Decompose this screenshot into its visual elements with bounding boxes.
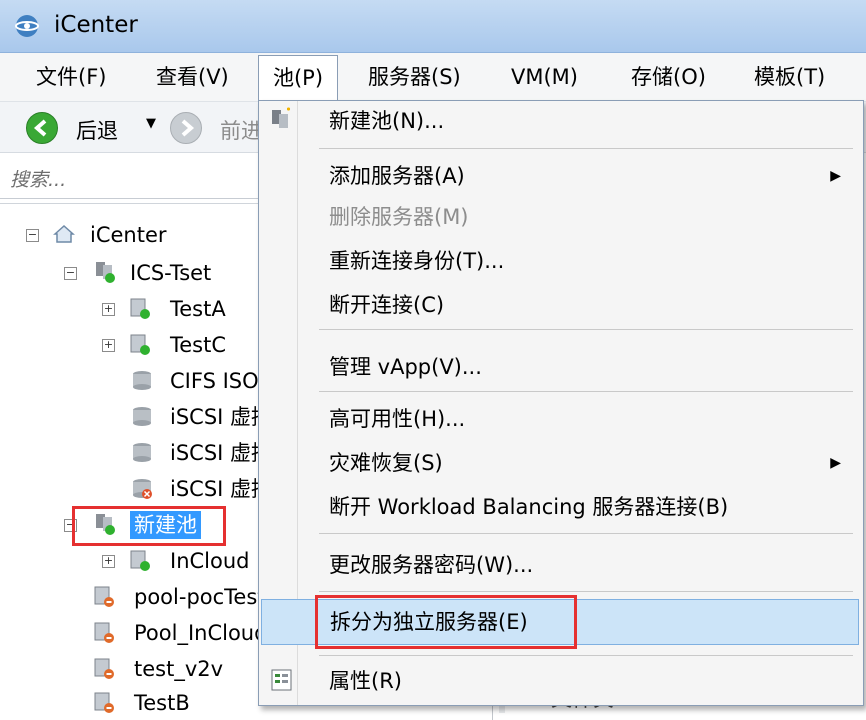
- menu-separator: [319, 148, 853, 149]
- menu-template[interactable]: 模板(T): [748, 61, 831, 93]
- search-bar: 搜索...: [0, 153, 260, 204]
- pool-icon: [96, 262, 115, 283]
- menu-server[interactable]: 服务器(S): [362, 61, 467, 93]
- tree-node-server[interactable]: TestB: [0, 686, 260, 720]
- collapse-icon[interactable]: −: [26, 229, 39, 242]
- menu-bar: 文件(F) 查看(V) 池(P) 服务器(S) VM(M) 存储(O) 模板(T…: [0, 53, 866, 102]
- server-online-icon: [130, 334, 150, 355]
- storage-icon: [133, 371, 151, 390]
- forward-button[interactable]: 前进: [220, 115, 258, 145]
- tree-node-pool[interactable]: − ICS-Tset: [0, 256, 260, 290]
- server-offline-icon: [94, 692, 114, 713]
- menu-item-remove-server: 删除服务器(M): [329, 205, 469, 229]
- tree-node-label: Pool_InCloud: [134, 621, 260, 645]
- tree-node-server[interactable]: + TestC: [0, 328, 260, 362]
- menu-item-properties[interactable]: 属性(R): [261, 661, 859, 701]
- menu-item-high-availability[interactable]: 高可用性(H)...: [261, 399, 859, 439]
- home-icon: [53, 224, 75, 243]
- tree-node-label: iSCSI 虚拟磁盘存储: [170, 477, 260, 501]
- menu-item-add-server[interactable]: 添加服务器(A) ▶: [261, 156, 859, 196]
- tree-node-label: TestC: [170, 333, 227, 357]
- search-input[interactable]: 搜索...: [10, 165, 66, 192]
- back-dropdown-icon[interactable]: ▼: [146, 116, 156, 131]
- app-logo-icon: [15, 15, 39, 37]
- menu-vm[interactable]: VM(M): [505, 61, 584, 93]
- collapse-icon[interactable]: −: [64, 267, 77, 280]
- title-bar: iCenter: [0, 0, 866, 53]
- menu-separator: [319, 655, 853, 656]
- server-online-icon: [130, 298, 150, 319]
- storage-icon: [133, 443, 151, 462]
- menu-storage[interactable]: 存储(O): [625, 61, 712, 93]
- tree-node-label: iSCSI 虚拟磁盘存储: [170, 441, 260, 465]
- tree-node-label: TestB: [134, 691, 190, 715]
- tree-node-storage[interactable]: iSCSI 虚拟磁盘存储: [0, 472, 260, 506]
- back-button[interactable]: 后退: [76, 115, 118, 145]
- tree-node-label: iSCSI 虚拟磁盘存储: [170, 405, 260, 429]
- tree-node-label: ICS-Tset: [130, 261, 212, 285]
- pool-dropdown-menu: 新建池(N)... 添加服务器(A) ▶ 删除服务器(M) 重新连接身份(T).…: [258, 100, 864, 706]
- menu-item-new-pool[interactable]: 新建池(N)...: [261, 101, 859, 141]
- tree-node-storage[interactable]: iSCSI 虚拟磁盘存储: [0, 436, 260, 470]
- menu-view[interactable]: 查看(V): [150, 61, 235, 93]
- menu-item-disconnect[interactable]: 断开连接(C): [261, 285, 859, 325]
- new-pool-icon: [272, 107, 290, 128]
- tree-node-storage[interactable]: CIFS ISO 库: [0, 364, 260, 398]
- resource-tree: − iCenter − ICS-Tset + TestA + TestC CIF…: [0, 206, 262, 720]
- tree-node-server[interactable]: Pool_InCloud: [0, 616, 260, 650]
- menu-file[interactable]: 文件(F): [30, 61, 112, 93]
- server-online-icon: [130, 550, 150, 571]
- menu-separator: [319, 533, 853, 534]
- submenu-arrow-icon: ▶: [830, 455, 841, 471]
- back-arrow-icon[interactable]: [26, 112, 58, 144]
- tree-node-label: iCenter: [90, 223, 167, 247]
- tree-node-storage[interactable]: iSCSI 虚拟磁盘存储: [0, 400, 260, 434]
- annotation-highlight-box: [72, 506, 226, 546]
- expand-icon[interactable]: +: [102, 339, 115, 352]
- menu-separator: [319, 591, 853, 592]
- tree-node-server[interactable]: + InCloud: [0, 544, 260, 578]
- storage-icon: [133, 407, 151, 426]
- tree-node-label: CIFS ISO 库: [170, 369, 260, 393]
- server-offline-icon: [94, 658, 114, 679]
- window-title: iCenter: [54, 12, 138, 38]
- menu-separator: [319, 391, 853, 392]
- search-divider: [0, 198, 260, 199]
- expand-icon[interactable]: +: [102, 555, 115, 568]
- expand-icon[interactable]: +: [102, 303, 115, 316]
- menu-item-disaster-recovery[interactable]: 灾难恢复(S) ▶: [261, 443, 859, 483]
- menu-item-reconnect-as[interactable]: 重新连接身份(T)...: [261, 241, 859, 281]
- tree-node-server[interactable]: + TestA: [0, 292, 260, 326]
- menu-separator: [319, 329, 853, 330]
- tree-node-label: InCloud: [170, 549, 250, 573]
- menu-item-disconnect-wlb[interactable]: 断开 Workload Balancing 服务器连接(B): [261, 487, 859, 527]
- tree-node-icenter[interactable]: − iCenter: [0, 218, 260, 252]
- tree-node-server[interactable]: pool-pocTest: [0, 580, 260, 614]
- server-offline-icon: [94, 586, 114, 607]
- menu-pool[interactable]: 池(P): [258, 55, 338, 102]
- forward-arrow-icon[interactable]: [170, 112, 202, 144]
- tree-node-label: test_v2v: [134, 657, 224, 681]
- tree-node-label: pool-pocTest: [134, 585, 260, 609]
- properties-icon: [271, 669, 292, 691]
- annotation-highlight-box: [315, 595, 577, 649]
- menu-item-manage-vapp[interactable]: 管理 vApp(V)...: [261, 347, 859, 387]
- storage-error-icon: [133, 479, 152, 499]
- menu-item-change-password[interactable]: 更改服务器密码(W)...: [261, 545, 859, 585]
- tree-node-server[interactable]: test_v2v: [0, 652, 260, 686]
- tree-node-label: TestA: [170, 297, 226, 321]
- submenu-arrow-icon: ▶: [830, 168, 841, 184]
- server-offline-icon: [94, 622, 114, 643]
